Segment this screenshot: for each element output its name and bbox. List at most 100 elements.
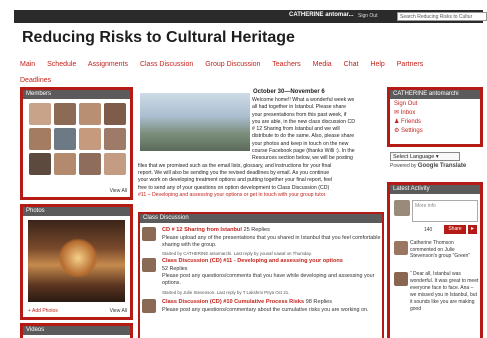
post-replies: 25 Replies	[243, 227, 270, 233]
nav-class-discussion[interactable]: Class Discussion	[140, 61, 193, 68]
post-title-text[interactable]: CD # 12 Sharing from Istanbul	[162, 227, 242, 233]
inbox-label[interactable]: Inbox	[401, 110, 416, 116]
discussion-title: Class Discussion	[140, 214, 382, 223]
inbox-link[interactable]: ✉ Inbox	[390, 108, 480, 117]
photos-panel: Photos + Add Photos View All	[20, 204, 133, 320]
avatar[interactable]	[142, 258, 156, 272]
feature-line: distribute to do the same. Also, please …	[252, 133, 355, 140]
nav-group-discussion[interactable]: Group Discussion	[205, 61, 260, 68]
share-options-button[interactable]: ▸	[468, 225, 477, 234]
post-title[interactable]: Class Discussion (CD) #10 Cumulative Pro…	[162, 299, 332, 305]
signout-label[interactable]: Sign Out	[394, 101, 417, 107]
mail-icon: ✉	[394, 110, 401, 116]
videos-title: Videos	[23, 326, 130, 335]
gear-icon: ⚙	[394, 128, 402, 134]
friends-label[interactable]: Friends	[401, 119, 421, 125]
avatar[interactable]	[394, 241, 408, 255]
settings-link[interactable]: ⚙ Settings	[390, 126, 480, 135]
post-body: Please post any questions/commentary abo…	[162, 307, 369, 313]
nav-media[interactable]: Media	[313, 61, 332, 68]
nav-chat[interactable]: Chat	[344, 61, 359, 68]
account-title: CATHERINE antomarchi	[390, 90, 480, 99]
avatar[interactable]	[142, 227, 156, 241]
feature-heading: October 30—November 6	[253, 89, 325, 95]
google-logo: Google	[417, 163, 439, 169]
activity-entry[interactable]: Catherine Thomson commented on Julie Ste…	[410, 240, 480, 260]
nav-partners[interactable]: Partners	[397, 61, 423, 68]
member-avatar[interactable]	[79, 128, 101, 150]
latest-activity-panel: Latest Activity More info 140 Share ▸ Ca…	[387, 182, 483, 338]
feature-line: # 12 Sharing from Istanbul and we will	[252, 126, 340, 133]
signout-link[interactable]: Sign Out	[390, 99, 480, 108]
member-avatar[interactable]	[29, 103, 51, 125]
member-avatar[interactable]	[54, 103, 76, 125]
member-avatar[interactable]	[29, 153, 51, 175]
post-title[interactable]: Class Discussion (CD) #11 - Developing a…	[162, 258, 343, 264]
member-avatar[interactable]	[54, 153, 76, 175]
post-body: Please upload any of the presentations t…	[162, 235, 381, 249]
avatar[interactable]	[394, 272, 408, 286]
photos-view-all[interactable]: View All	[110, 308, 127, 314]
feature-line: you are able, in the new class discussio…	[252, 118, 355, 125]
language-widget: Select Language ▾ Powered by Google Tran…	[390, 152, 482, 169]
language-select-label[interactable]: Select Language	[393, 154, 434, 160]
nav-schedule[interactable]: Schedule	[47, 61, 76, 68]
member-avatar[interactable]	[79, 153, 101, 175]
post-title-text[interactable]: Class Discussion (CD) #10 Cumulative Pro…	[162, 299, 304, 305]
post-replies: 98 Replies	[305, 299, 333, 305]
top-bar: CATHERINE antomar... Sign Out Search Red…	[14, 10, 487, 23]
translate-label[interactable]: Translate	[440, 163, 466, 169]
feature-line: your presentations from this past week, …	[252, 111, 347, 118]
member-avatar[interactable]	[79, 103, 101, 125]
post-replies: 52 Replies	[162, 266, 188, 272]
class-discussion-panel: Class Discussion CD # 12 Sharing from Is…	[138, 212, 384, 338]
powered-label: Powered by	[390, 163, 417, 169]
feature-line: free to send any of your questions on op…	[138, 184, 330, 191]
status-input[interactable]: More info	[412, 200, 478, 222]
videos-panel: Videos	[20, 323, 133, 338]
main-nav: Main Schedule Assignments Class Discussi…	[20, 57, 470, 89]
feature-line: your photos and keep in touch on the new	[252, 140, 349, 147]
member-avatar[interactable]	[104, 103, 126, 125]
avatar	[394, 200, 410, 216]
nav-assignments[interactable]: Assignments	[88, 61, 128, 68]
post-title-text[interactable]: Class Discussion (CD) #11 - Developing a…	[162, 258, 343, 264]
photos-title: Photos	[23, 207, 130, 216]
feature-line: files that we promised such as the email…	[138, 162, 332, 169]
activity-title: Latest Activity	[390, 185, 480, 194]
nav-deadlines[interactable]: Deadlines	[20, 77, 51, 84]
user-name[interactable]: CATHERINE antomar...	[289, 12, 354, 18]
avatar[interactable]	[142, 299, 156, 313]
signout-link[interactable]: Sign Out	[358, 13, 377, 19]
nav-main[interactable]: Main	[20, 61, 35, 68]
feature-panel: October 30—November 6 Welcome home!! Wha…	[138, 87, 384, 212]
post-body-text: Please post any questions/comments that …	[162, 273, 375, 287]
member-avatar[interactable]	[104, 153, 126, 175]
site-title: Reducing Risks to Cultural Heritage	[22, 29, 295, 46]
members-panel: Members View All	[20, 87, 133, 200]
share-button[interactable]: Share	[444, 225, 466, 234]
member-avatar[interactable]	[54, 128, 76, 150]
account-panel: CATHERINE antomarchi Sign Out ✉ Inbox ♟ …	[387, 87, 483, 147]
language-select[interactable]: Select Language ▾	[390, 152, 460, 161]
nav-teachers[interactable]: Teachers	[272, 61, 300, 68]
feature-line: all had together in Istanbul. Please sha…	[252, 104, 347, 111]
friends-link[interactable]: ♟ Friends	[390, 117, 480, 126]
char-counter: 140	[424, 227, 433, 233]
search-input[interactable]: Search Reducing Risks to Cultur	[397, 12, 487, 21]
feature-line: Welcome home!! What a wonderful week we	[252, 97, 355, 103]
photo-thumbnail[interactable]	[28, 220, 125, 302]
feature-line: your work on developing treatment option…	[138, 177, 333, 184]
post-meta: Started by Julie Stevenson. Last reply b…	[162, 290, 290, 295]
feature-line-link[interactable]: #11 – Developing and assessing your opti…	[138, 192, 384, 199]
settings-label[interactable]: Settings	[401, 128, 423, 134]
member-avatar[interactable]	[29, 128, 51, 150]
post-title[interactable]: CD # 12 Sharing from Istanbul 25 Replies	[162, 227, 270, 233]
members-view-all[interactable]: View All	[110, 188, 127, 194]
post-body: 52 Replies Please post any questions/com…	[162, 266, 382, 288]
friends-icon: ♟	[394, 119, 402, 125]
nav-help[interactable]: Help	[370, 61, 384, 68]
member-avatar[interactable]	[104, 128, 126, 150]
feature-line: report. We will also be sending you the …	[138, 169, 330, 176]
add-photos-link[interactable]: + Add Photos	[28, 308, 58, 314]
